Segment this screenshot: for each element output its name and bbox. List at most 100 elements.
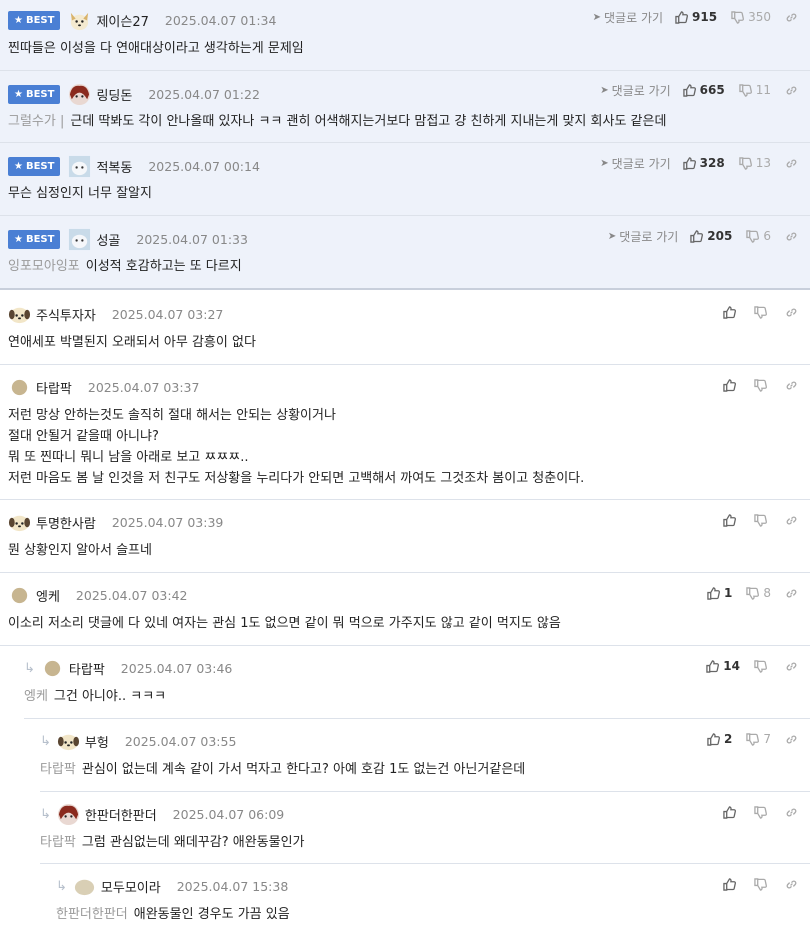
- link-icon[interactable]: [785, 733, 798, 746]
- like-button[interactable]: [723, 305, 740, 319]
- like-button[interactable]: 665: [682, 83, 725, 97]
- author-name[interactable]: 제이슨27: [96, 11, 148, 30]
- thumbs-down-icon: [746, 586, 760, 600]
- thumbs-up-icon: [723, 378, 736, 392]
- avatar[interactable]: [68, 155, 91, 178]
- reply-target[interactable]: 한판더한판더: [56, 907, 128, 922]
- comment-text: 근데 딱봐도 각이 안나올때 있자나 ㅋㅋ 괜히 어색해지는거보다 맘접고 걍 …: [70, 114, 667, 129]
- link-icon[interactable]: [785, 379, 798, 392]
- link-icon[interactable]: [785, 660, 798, 673]
- like-button[interactable]: 1: [707, 586, 732, 600]
- like-button[interactable]: [723, 378, 740, 392]
- dislike-button[interactable]: [754, 513, 771, 527]
- author-name[interactable]: 모두모이라: [101, 877, 161, 896]
- dislike-button[interactable]: 8: [746, 586, 771, 600]
- like-button[interactable]: 328: [682, 156, 725, 170]
- reply-target[interactable]: 그럴수가 |: [8, 114, 64, 129]
- like-button[interactable]: 14: [706, 659, 740, 673]
- avatar[interactable]: [8, 511, 31, 534]
- avatar[interactable]: [41, 657, 64, 680]
- dislike-button[interactable]: 11: [738, 83, 771, 97]
- goto-comment-link[interactable]: ➤ 댓글로 가기: [600, 82, 670, 99]
- link-icon[interactable]: [785, 514, 798, 527]
- link-icon[interactable]: [785, 806, 798, 819]
- thumbs-up-icon: [706, 659, 720, 673]
- comment-date: 2025.04.07 00:14: [148, 158, 260, 174]
- thumbs-down-icon: [754, 305, 767, 319]
- author-name[interactable]: 주식투자자: [36, 305, 96, 324]
- thumbs-up-icon: [690, 229, 704, 243]
- link-icon[interactable]: [785, 230, 798, 243]
- author-name[interactable]: 적복동: [96, 157, 132, 176]
- author-name[interactable]: 링딩돈: [96, 85, 132, 104]
- like-button[interactable]: 915: [675, 10, 717, 24]
- author-name[interactable]: 한판더한판더: [85, 805, 157, 824]
- author-name[interactable]: 부헝: [85, 732, 109, 751]
- goto-comment-link[interactable]: ➤ 댓글로 가기: [600, 155, 670, 172]
- comment-text: 관심이 없는데 계속 같이 가서 먹자고 한다고? 아예 호감 1도 없는건 아…: [81, 762, 526, 777]
- goto-comment-link[interactable]: ➤ 댓글로 가기: [593, 9, 663, 26]
- arrow-icon: ➤: [592, 11, 602, 23]
- comment-item: ↳ 모두모이라 2025.04.07 15:38 한판더한판더 애완동물인 경우도…: [56, 864, 810, 927]
- avatar[interactable]: [73, 875, 96, 898]
- dislike-button[interactable]: 7: [746, 732, 771, 746]
- avatar[interactable]: [68, 83, 91, 106]
- comment-item: ↳ 부헝 2025.04.07 03:55 2 7 타랍팍 관심이 없는데 계속 …: [40, 719, 810, 792]
- like-button[interactable]: 2: [707, 732, 732, 746]
- link-icon[interactable]: [785, 84, 798, 97]
- comment-line: 절대 안될거 같을때 아니냐?: [8, 429, 159, 444]
- author-name[interactable]: 엥케: [36, 586, 60, 605]
- link-icon[interactable]: [785, 306, 798, 319]
- link-icon[interactable]: [785, 11, 798, 24]
- thumbs-down-icon: [738, 83, 752, 97]
- comment-line: 저런 마음도 봄 날 인것을 저 친구도 저상황을 누리다가 안되면 고백해서 …: [8, 471, 585, 486]
- avatar[interactable]: [8, 303, 31, 326]
- thumbs-up-icon: [723, 513, 736, 527]
- link-icon[interactable]: [785, 878, 798, 891]
- thumbs-down-icon: [731, 10, 745, 24]
- star-icon: ★: [14, 160, 23, 172]
- reply-target[interactable]: 타랍팍: [40, 762, 76, 777]
- link-icon[interactable]: [785, 157, 798, 170]
- comment-item: ↳ 타랍팍 2025.04.07 03:46 14 엥케 그건 아니야.. ㅋㅋㅋ: [24, 646, 810, 719]
- thumbs-up-icon: [723, 805, 736, 819]
- dislike-button[interactable]: [754, 305, 771, 319]
- comment-date: 2025.04.07 03:42: [75, 587, 188, 603]
- avatar[interactable]: [8, 584, 31, 607]
- comment-line: 뭐 또 찐따니 뭐니 남을 아래로 보고 ㅉㅉㅉ..: [8, 450, 249, 465]
- like-button[interactable]: 205: [690, 229, 732, 243]
- author-name[interactable]: 타랍팍: [69, 659, 105, 678]
- avatar[interactable]: [68, 228, 91, 251]
- dislike-button[interactable]: [754, 378, 771, 392]
- comment-text: 저런 망상 안하는것도 솔직히 절대 해서는 안되는 상황이거나 절대 안될거 …: [8, 405, 800, 489]
- comment-item: ★ BEST 링딩돈 2025.04.07 01:22 ➤ 댓글로 가기 665 1…: [0, 71, 810, 143]
- goto-comment-link[interactable]: ➤ 댓글로 가기: [608, 228, 678, 245]
- dislike-button[interactable]: [754, 805, 771, 819]
- comment-item: 주식투자자 2025.04.07 03:27 연애세포 박멸된지 오래되서 아무…: [0, 292, 810, 365]
- like-button[interactable]: [723, 513, 740, 527]
- dislike-button[interactable]: [754, 877, 771, 891]
- comment-date: 2025.04.07 06:09: [172, 806, 285, 822]
- comment-text: 연애세포 박멸된지 오래되서 아무 감흥이 없다: [8, 335, 256, 350]
- avatar[interactable]: [57, 803, 80, 826]
- dislike-button[interactable]: 6: [746, 229, 771, 243]
- avatar[interactable]: [57, 730, 80, 753]
- like-button[interactable]: [723, 877, 740, 891]
- link-icon[interactable]: [785, 587, 798, 600]
- avatar[interactable]: [68, 9, 91, 32]
- author-name[interactable]: 성골: [96, 230, 120, 249]
- dislike-button[interactable]: 13: [738, 156, 771, 170]
- comment-item: ★ BEST 제이슨27 2025.04.07 01:34 ➤ 댓글로 가기 915…: [0, 0, 810, 71]
- reply-target[interactable]: 잉포모아잉포: [8, 259, 80, 274]
- dislike-button[interactable]: [754, 659, 771, 673]
- thumbs-down-icon: [754, 877, 767, 891]
- reply-target[interactable]: 엥케: [24, 689, 48, 704]
- dislike-button[interactable]: 350: [731, 10, 771, 24]
- thumbs-down-icon: [754, 659, 767, 673]
- reply-target[interactable]: 타랍팍: [40, 835, 76, 850]
- author-name[interactable]: 타랍팍: [36, 378, 72, 397]
- author-name[interactable]: 투명한사람: [36, 513, 96, 532]
- avatar[interactable]: [8, 376, 31, 399]
- like-button[interactable]: [723, 805, 740, 819]
- comment-date: 2025.04.07 03:27: [111, 306, 224, 322]
